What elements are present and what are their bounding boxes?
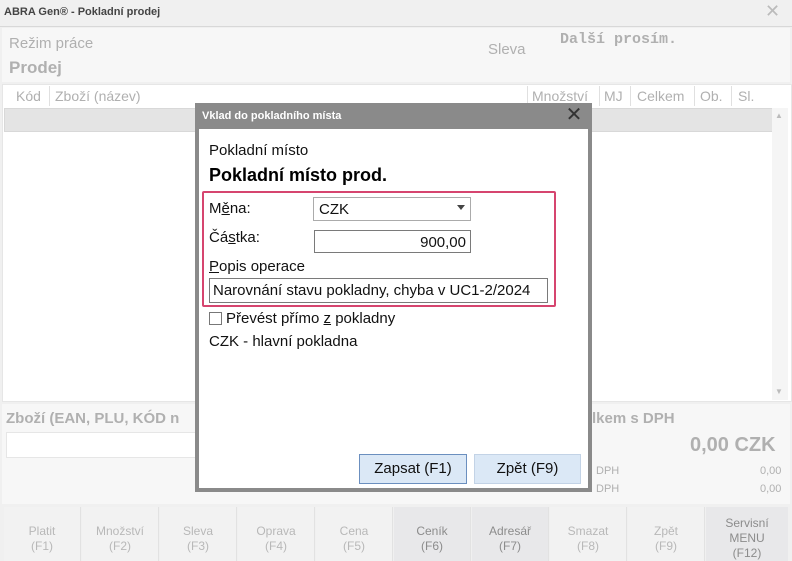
close-icon[interactable]: ✕ [765, 1, 780, 22]
fn-label: Množství [95, 524, 144, 538]
description-label: Popis operace [209, 258, 305, 275]
vertical-scrollbar[interactable]: ▲ ▼ [772, 108, 788, 400]
quantity-button[interactable]: Množství (F2) [82, 507, 159, 561]
display-text: Další prosím. [560, 31, 678, 48]
correction-button[interactable]: Oprava (F4) [238, 507, 315, 561]
fn-key: (F12) [732, 546, 762, 560]
col-sl[interactable]: Sl. [738, 88, 754, 110]
without-vat-value: 0,00 [760, 483, 782, 495]
currency-label: Měna: [209, 200, 251, 217]
column-divider [49, 86, 50, 106]
window-title: ABRA Gen® - Pokladní prodej [4, 6, 161, 18]
address-book-button[interactable]: Adresář (F7) [472, 507, 549, 561]
col-item-name[interactable]: Zboží (název) [55, 88, 141, 110]
fn-label: Zpět [653, 524, 678, 538]
fn-key: (F3) [187, 539, 209, 553]
col-unit[interactable]: MJ [604, 88, 623, 110]
price-button[interactable]: Cena (F5) [316, 507, 393, 561]
customer-display: Další prosím. [556, 28, 790, 82]
amount-label: Částka: [209, 229, 260, 246]
discount-panel: Sleva [458, 28, 556, 82]
fn-key: (F1) [31, 539, 53, 553]
col-code[interactable]: Kód [16, 88, 41, 110]
currency-select[interactable]: CZK [313, 197, 471, 221]
work-mode-panel: Režim práce Prodej [2, 28, 458, 82]
currency-value: CZK [319, 201, 349, 218]
work-mode-value: Prodej [9, 58, 62, 77]
description-field[interactable]: Narovnání stavu pokladny, chyba v UC1-2/… [209, 278, 548, 303]
discount-label: Sleva [488, 41, 526, 58]
column-divider [599, 86, 600, 106]
fn-key: (F4) [265, 539, 287, 553]
pay-button[interactable]: Platit (F1) [4, 507, 81, 561]
column-divider [694, 86, 695, 106]
cash-place-value: Pokladní místo prod. [209, 165, 388, 185]
amount-value: 900,00 [420, 234, 466, 251]
vat-label: DPH [596, 465, 620, 477]
fn-key: (F8) [577, 539, 599, 553]
fn-label: Adresář [488, 524, 532, 538]
back-fn-button[interactable]: Zpět (F9) [628, 507, 705, 561]
service-menu-button[interactable]: Servisní MENU (F12) [706, 507, 788, 561]
work-mode-label: Režim práce [9, 35, 94, 52]
column-divider [630, 86, 631, 106]
delete-button[interactable]: Smazat (F8) [550, 507, 627, 561]
fn-key: (F6) [421, 539, 443, 553]
fn-label-2: MENU [729, 531, 765, 545]
amount-field[interactable]: 900,00 [314, 230, 471, 253]
total-with-vat-value: 0,00 CZK [690, 434, 776, 456]
fn-key: (F7) [499, 539, 521, 553]
transfer-checkbox[interactable] [209, 312, 222, 325]
cash-desk-info: CZK - hlavní pokladna [209, 333, 358, 350]
fn-label: Servisní [725, 516, 769, 530]
fn-label: Platit [28, 524, 56, 538]
dialog-titlebar: Vklad do pokladního místa [195, 103, 592, 129]
fn-label: Smazat [567, 524, 609, 538]
scroll-down-icon[interactable]: ▼ [775, 387, 783, 396]
col-total[interactable]: Celkem [637, 88, 684, 110]
save-button[interactable]: Zapsat (F1) [359, 454, 467, 484]
fn-label: Cena [339, 524, 369, 538]
dialog-title: Vklad do pokladního místa [202, 110, 342, 122]
without-vat-label: DPH [596, 483, 620, 495]
scan-label: Zboží (EAN, PLU, KÓD n [6, 410, 180, 427]
dialog-close-icon[interactable]: ✕ [564, 105, 584, 125]
fn-label: Oprava [256, 524, 296, 538]
scan-input[interactable] [6, 432, 200, 458]
window-titlebar: ABRA Gen® - Pokladní prodej ✕ [0, 0, 792, 27]
cash-place-label: Pokladní místo [209, 142, 309, 159]
col-ob[interactable]: Ob. [700, 88, 723, 110]
column-divider [731, 86, 732, 106]
discount-button[interactable]: Sleva (F3) [160, 507, 237, 561]
pricelist-button[interactable]: Ceník (F6) [394, 507, 471, 561]
fn-key: (F2) [109, 539, 131, 553]
chevron-down-icon[interactable] [457, 205, 465, 210]
description-value: Narovnání stavu pokladny, chyba v UC1-2/… [213, 282, 531, 299]
transfer-label: Převést přímo z pokladny [226, 310, 396, 327]
fn-key: (F9) [655, 539, 677, 553]
fn-key: (F5) [343, 539, 365, 553]
back-button[interactable]: Zpět (F9) [474, 454, 581, 484]
fn-label: Sleva [182, 524, 214, 538]
vat-value: 0,00 [760, 465, 782, 477]
total-with-vat-label: lkem s DPH [592, 410, 675, 427]
scroll-up-icon[interactable]: ▲ [775, 111, 783, 120]
fn-label: Ceník [416, 524, 448, 538]
